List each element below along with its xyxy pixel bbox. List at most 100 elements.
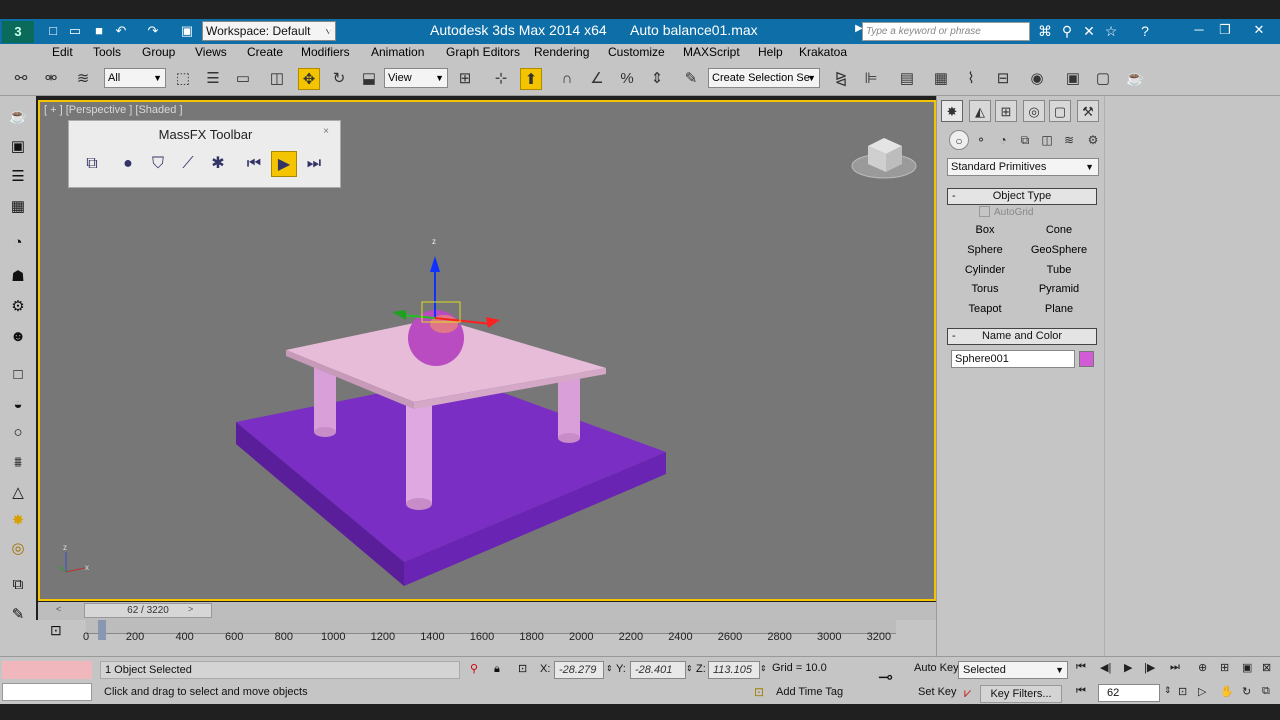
play-icon[interactable]: ▶ — [1124, 661, 1132, 674]
key-mode-toggle-icon[interactable]: ⏮ — [1076, 685, 1086, 698]
maxscript-input[interactable] — [2, 683, 92, 701]
base-platform[interactable] — [236, 377, 666, 562]
camera-icon[interactable]: ◔ — [6, 232, 30, 254]
keyboard-shortcut-override-icon[interactable]: ⬆ — [520, 68, 542, 90]
pyramid-button[interactable]: Pyramid — [1027, 281, 1091, 298]
subscription-icon[interactable]: ⚲ — [1058, 23, 1076, 40]
hold-icon[interactable]: ▣ — [178, 22, 196, 40]
minimize-icon[interactable]: ─ — [1186, 21, 1212, 41]
graphite-ribbon-icon[interactable]: ▦ — [930, 68, 952, 90]
maxscript-listener[interactable] — [2, 661, 92, 679]
redo-icon[interactable]: ↷ — [144, 22, 162, 40]
spinner-snap-icon[interactable]: ⇕ — [646, 68, 668, 90]
orbit-icon[interactable]: ↻ — [1242, 685, 1251, 698]
binoculars-icon[interactable]: ⌘ — [1036, 23, 1054, 40]
key-set-dropdown[interactable]: Selected ▼ — [958, 661, 1068, 679]
material-editor-icon[interactable]: ◉ — [1026, 68, 1048, 90]
reset-simulation-icon[interactable]: ⏮ — [241, 151, 267, 177]
select-and-rotate-icon[interactable]: ↻ — [328, 68, 350, 90]
go-to-start-icon[interactable]: ⏮ — [1076, 661, 1086, 674]
zoom-all-icon[interactable]: ⊞ — [1220, 661, 1229, 674]
x-coordinate-field[interactable]: -28.279 — [554, 661, 604, 679]
menu-animation[interactable]: Animation — [371, 45, 424, 59]
frame-spinner-icon[interactable]: ⇕ — [1164, 685, 1172, 696]
current-frame-field[interactable]: 62 — [1098, 684, 1160, 702]
character-icon[interactable]: ☻ — [6, 326, 30, 348]
object-name-field[interactable]: Sphere001 — [951, 350, 1075, 368]
bind-space-warp-icon[interactable]: ≋ — [72, 68, 94, 90]
light-icon[interactable]: ✸ — [6, 510, 30, 532]
grid-icon[interactable]: ▦ — [6, 196, 30, 218]
render-setup-icon[interactable]: ▣ — [1062, 68, 1084, 90]
close-icon[interactable]: ✕ — [1244, 21, 1274, 41]
utilities-tab-icon[interactable]: ⚒ — [1077, 100, 1099, 122]
geometry-icon[interactable]: ○ — [949, 130, 969, 150]
helpers-icon[interactable]: ◫ — [1037, 130, 1057, 150]
teapot-button[interactable]: Teapot — [953, 301, 1017, 318]
field-of-view-icon[interactable]: ▷ — [1198, 685, 1206, 698]
time-config-icon[interactable]: ⊡ — [1178, 685, 1187, 698]
quick-access-menu-icon[interactable]: ▼ — [320, 22, 338, 40]
world-params-icon[interactable]: ⧉ — [79, 151, 105, 177]
select-and-move-icon[interactable]: ✥ — [298, 68, 320, 90]
mirror-icon[interactable]: ⧎ — [830, 68, 852, 90]
massfx-toolbar[interactable]: MassFX Toolbar × ⧉ ● ⛉ ⟋ ✱ ⏮ ▶ ⏭ — [68, 120, 341, 188]
perspective-viewport[interactable]: [ + ] [Perspective ] [Shaded ] z z x Mas… — [38, 100, 936, 601]
absolute-mode-icon[interactable]: ⊡ — [518, 661, 527, 679]
restore-icon[interactable]: ❐ — [1212, 21, 1238, 41]
shapes-icon[interactable]: ⚬ — [971, 130, 991, 150]
maximize-viewport-icon[interactable]: ⧉ — [1262, 685, 1270, 698]
menu-maxscript[interactable]: MAXScript — [683, 45, 740, 59]
mini-curve-editor-icon[interactable]: ⊡ — [50, 622, 62, 639]
y-coordinate-field[interactable]: -28.401 — [630, 661, 686, 679]
object-color-swatch[interactable] — [1079, 351, 1094, 367]
link-icon[interactable]: ⚯ — [10, 68, 32, 90]
modify-tab-icon[interactable]: ◭ — [969, 100, 991, 122]
lights-icon[interactable]: ◔ — [993, 130, 1013, 150]
autogrid-checkbox[interactable]: AutoGrid — [979, 206, 1033, 218]
search-input[interactable]: Type a keyword or phrase — [862, 22, 1030, 41]
open-file-icon[interactable]: ▭ — [66, 22, 84, 40]
zoom-extents-icon[interactable]: ▣ — [1242, 661, 1252, 674]
pivot-center-icon[interactable]: ⊞ — [454, 68, 476, 90]
menu-create[interactable]: Create — [247, 45, 283, 59]
cylinder-button[interactable]: Cylinder — [953, 262, 1017, 279]
align-icon[interactable]: ⊫ — [860, 68, 882, 90]
select-and-scale-icon[interactable]: ⬓ — [358, 68, 380, 90]
rigid-body-icon[interactable]: ● — [115, 151, 141, 177]
curve-editor-icon[interactable]: ⌇ — [960, 68, 982, 90]
menu-edit[interactable]: Edit — [52, 45, 73, 59]
add-time-tag[interactable]: Add Time Tag — [776, 686, 843, 698]
layer-manager-icon[interactable]: ▤ — [896, 68, 918, 90]
menu-krakatoa[interactable]: Krakatoa — [799, 45, 847, 59]
sphere-icon[interactable]: ○ — [6, 422, 30, 444]
teapot-icon[interactable]: ☕ — [6, 106, 30, 128]
selection-lock-icon[interactable]: 🔒︎ — [494, 661, 500, 679]
play-simulation-icon[interactable]: ▶ — [271, 151, 297, 177]
z-spinner-icon[interactable]: ⇕ — [760, 661, 767, 679]
render-production-icon[interactable]: ☕ — [1124, 68, 1146, 90]
selection-filter-dropdown[interactable]: All ▼ — [104, 68, 166, 88]
cameras-icon[interactable]: ⧉ — [1015, 130, 1035, 150]
save-file-icon[interactable]: ■ — [90, 22, 108, 40]
angle-snap-icon[interactable]: ∠ — [586, 68, 608, 90]
box-icon[interactable]: □ — [6, 364, 30, 386]
manipulate-icon[interactable]: ⊹ — [490, 68, 512, 90]
menu-graph-editors[interactable]: Graph Editors — [446, 45, 520, 59]
help-icon[interactable]: ? — [1136, 23, 1154, 39]
named-selection-sets-dropdown[interactable]: Create Selection Se ▼ — [708, 68, 820, 88]
previous-key-icon[interactable]: ◀| — [1100, 661, 1111, 674]
rectangular-selection-icon[interactable]: ▭ — [232, 68, 254, 90]
menu-modifiers[interactable]: Modifiers — [301, 45, 350, 59]
edit-named-selection-icon[interactable]: ✎ — [680, 68, 702, 90]
track-bar[interactable]: ⊡ 0 200 400 600 800 1000 1200 1400 1600 1800 2000 2… — [0, 620, 936, 656]
window-crossing-icon[interactable]: ◫ — [266, 68, 288, 90]
go-to-end-icon[interactable]: ⏭ — [1170, 661, 1180, 674]
unlink-icon[interactable]: ⚮ — [40, 68, 62, 90]
next-frame-icon[interactable]: > — [188, 604, 193, 614]
plane-button[interactable]: Plane — [1027, 301, 1091, 318]
new-file-icon[interactable]: □ — [44, 22, 62, 40]
hemisphere-icon[interactable]: ◒ — [6, 394, 30, 416]
menu-views[interactable]: Views — [195, 45, 227, 59]
film-icon[interactable]: ⧉ — [6, 574, 30, 596]
